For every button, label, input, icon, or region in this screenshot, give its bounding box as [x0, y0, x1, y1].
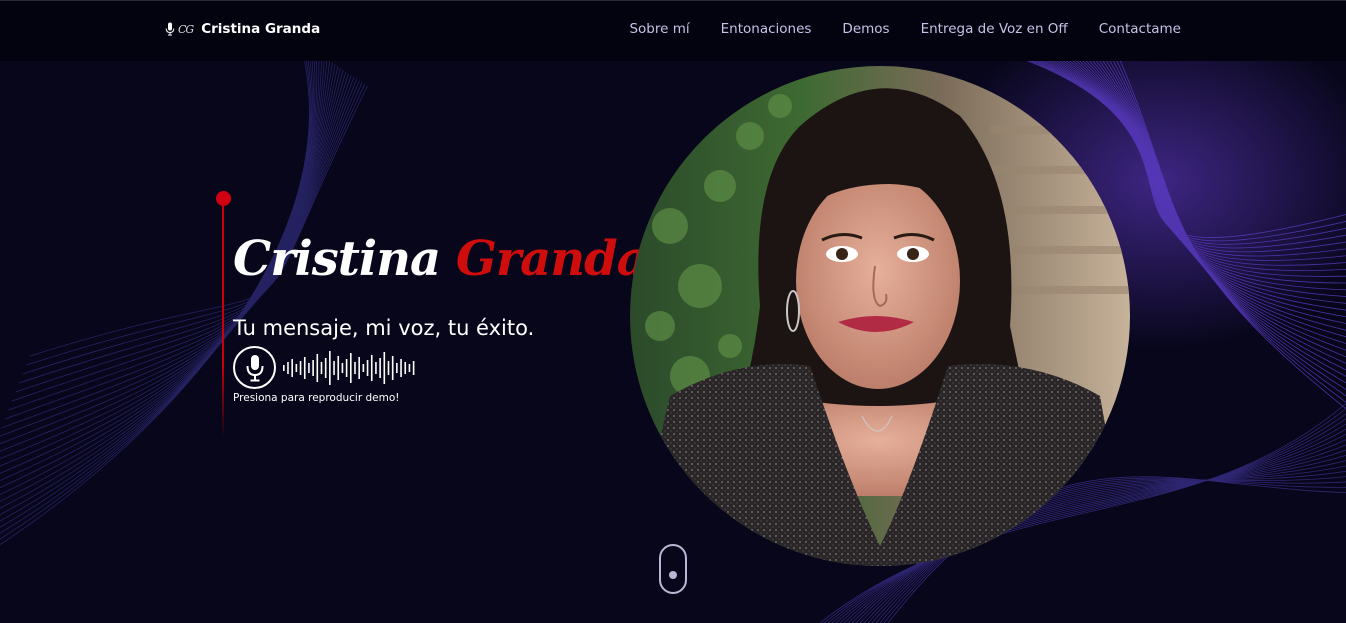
waveform-bar [337, 355, 340, 380]
waveform-bar [341, 362, 344, 373]
wave-line [0, 61, 314, 522]
brand-logo[interactable]: CG Cristina Granda [165, 21, 320, 37]
waveform-bar [391, 355, 394, 380]
demo-hint: Presiona para reproducir demo! [233, 392, 400, 404]
microphone-icon [165, 22, 175, 36]
wave-line [0, 61, 312, 534]
waveform-bar [291, 358, 293, 377]
play-demo-button[interactable] [233, 346, 276, 389]
waveform-bar [283, 364, 285, 371]
accent-line [222, 198, 224, 438]
waveform-bar [400, 358, 402, 377]
waveform-bar [383, 351, 386, 384]
scroll-mouse-icon[interactable] [659, 544, 687, 594]
nav-link-contactame[interactable]: Contactame [1099, 21, 1181, 37]
waveform-bar [316, 353, 319, 382]
microphone-icon [246, 354, 263, 381]
main-nav: Sobre mí Entonaciones Demos Entrega de V… [629, 21, 1181, 37]
waveform-bar [362, 363, 365, 372]
waveform-bar [329, 350, 331, 385]
waveform-bar [350, 352, 352, 383]
waveform-bar [295, 363, 298, 372]
waveform-bar [354, 361, 356, 374]
waveform-bar [366, 359, 369, 376]
top-navbar: CG Cristina Granda Sobre mí Entonaciones… [0, 0, 1346, 61]
hero-title: Cristina Granda [233, 224, 648, 294]
accent-dot [216, 191, 231, 206]
waveform-bar [303, 356, 306, 379]
wave-line [0, 61, 318, 509]
brand-monogram: CG [178, 22, 194, 36]
waveform-bar [396, 362, 398, 373]
waveform-bar [379, 357, 381, 378]
waveform-bar [387, 360, 390, 375]
waveform-bar [299, 360, 302, 375]
waveform-bar [324, 357, 327, 378]
waveform-bar [308, 362, 310, 373]
waveform-bar [375, 361, 377, 374]
scroll-dot [669, 571, 677, 579]
demo-player [233, 346, 416, 389]
waveform-bar [358, 356, 360, 379]
hero-title-first: Cristina [233, 231, 441, 287]
waveform-bar [312, 359, 314, 376]
waveform-bar [370, 354, 373, 381]
wave-line [0, 61, 313, 528]
waveform-bar [404, 361, 407, 374]
profile-photo [630, 66, 1130, 566]
brand-name: Cristina Granda [201, 21, 321, 37]
nav-link-entonaciones[interactable]: Entonaciones [721, 21, 812, 37]
hero-title-last: Granda [455, 231, 648, 287]
hero-tagline: Tu mensaje, mi voz, tu éxito. [233, 316, 535, 340]
audio-waveform-icon[interactable] [282, 348, 416, 388]
waveform-bar [345, 358, 348, 377]
waveform-bar [320, 361, 323, 374]
nav-link-demos[interactable]: Demos [842, 21, 889, 37]
waveform-bar [412, 360, 415, 375]
nav-link-sobre-mi[interactable]: Sobre mí [629, 21, 689, 37]
nav-link-entrega[interactable]: Entrega de Voz en Off [921, 21, 1068, 37]
waveform-bar [333, 360, 335, 375]
waveform-bar [408, 363, 411, 372]
waveform-bar [287, 361, 289, 374]
